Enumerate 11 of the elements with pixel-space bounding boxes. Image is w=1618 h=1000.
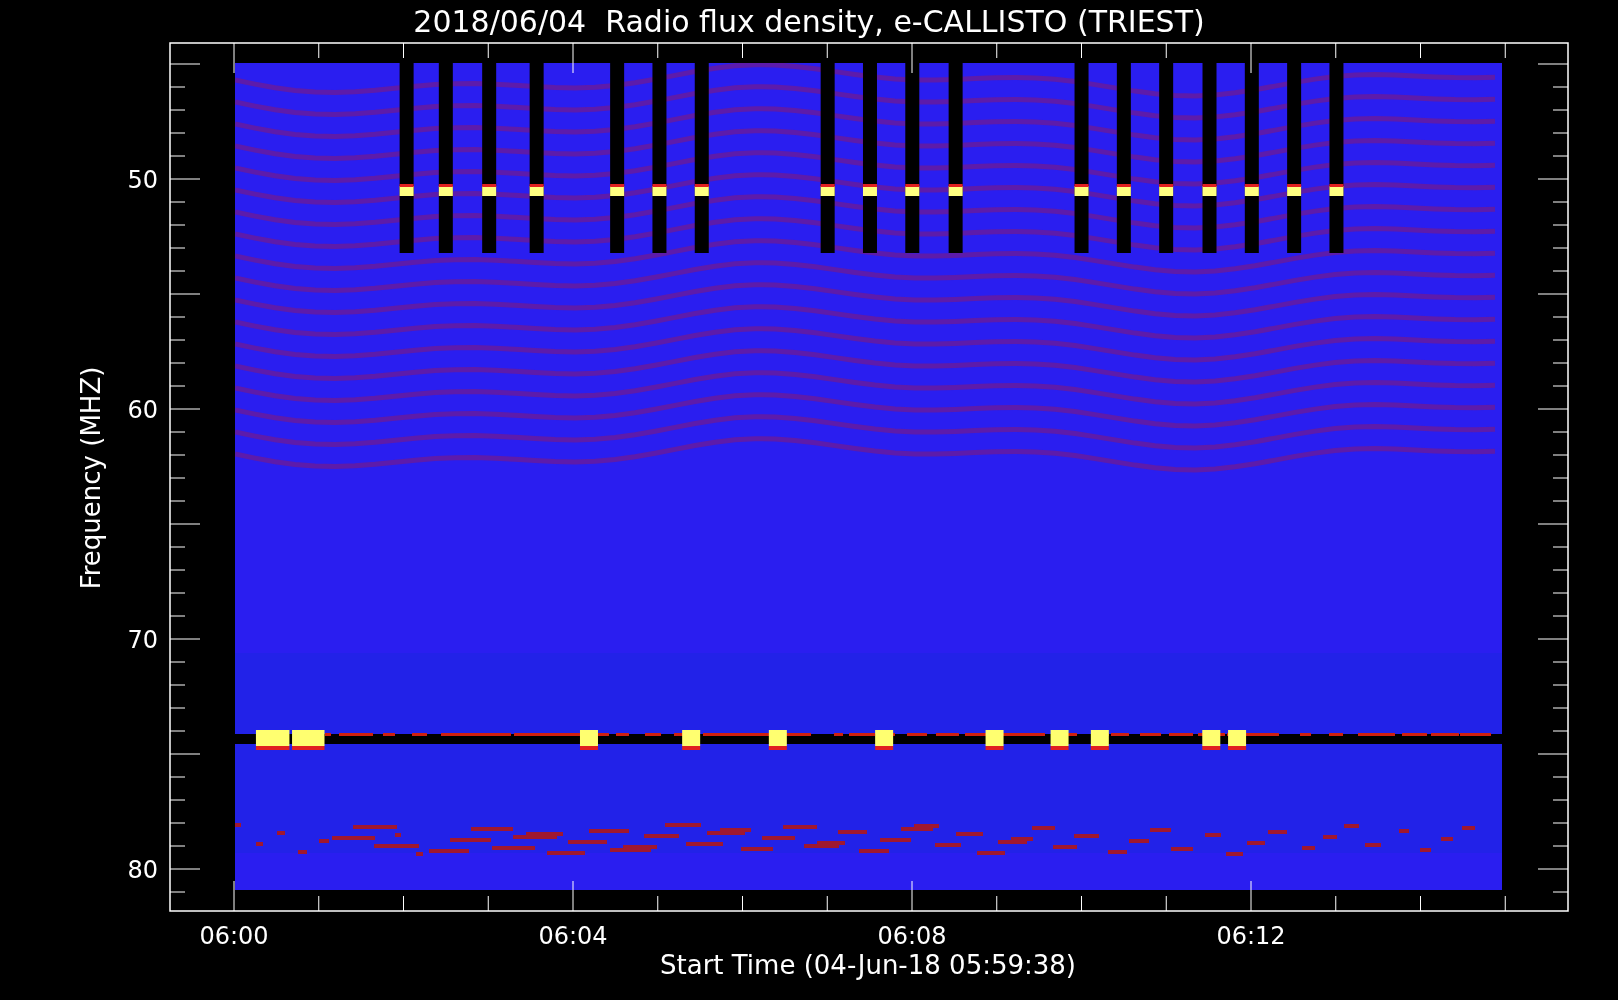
x-axis-label: Start Time (04-Jun-18 05:59:38)	[660, 950, 1076, 980]
x-tick-label: 06:08	[877, 922, 947, 950]
y-tick-label: 70	[127, 626, 158, 654]
y-axis-label: Frequency (MHZ)	[76, 366, 106, 590]
y-tick-label: 60	[127, 396, 158, 424]
y-tick-label: 80	[127, 856, 158, 884]
x-tick-label: 06:12	[1216, 922, 1286, 950]
x-tick-label: 06:00	[199, 922, 269, 950]
x-tick-label: 06:04	[538, 922, 608, 950]
chart-title: 2018/06/04 Radio flux density, e-CALLISTO (TRIEST)	[413, 4, 1205, 39]
y-tick-label: 50	[127, 166, 158, 194]
